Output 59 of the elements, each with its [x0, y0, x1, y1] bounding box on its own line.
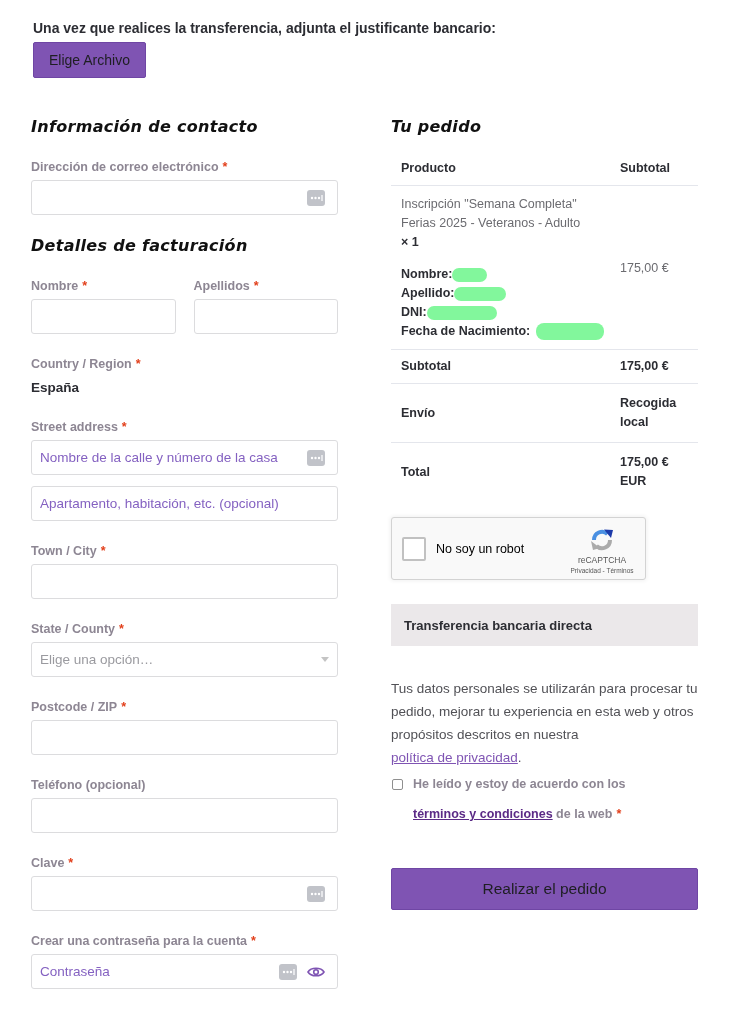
input-field[interactable] — [31, 720, 338, 755]
choose-file-button[interactable]: Elige Archivo — [33, 42, 146, 78]
input-field[interactable] — [31, 180, 338, 215]
captcha-brand: reCAPTCHA — [577, 554, 627, 566]
meta-label: Fecha de Nacimiento: — [401, 323, 531, 340]
product-name: Inscripción "Semana Completa" Ferias 2025 - Veteranos - Adulto — [401, 196, 582, 232]
meta-label: Nombre: — [401, 266, 453, 283]
input-field[interactable] — [31, 798, 338, 833]
field-label: Nombre * — [31, 278, 88, 295]
password-manager-icon[interactable] — [307, 885, 325, 902]
field-label: Teléfono (opcional) — [31, 777, 146, 794]
meta-label: DNI: — [401, 304, 427, 321]
password-manager-icon[interactable] — [307, 189, 325, 206]
field-label: Town / City * — [31, 543, 106, 560]
total-value: Recogida local — [620, 395, 678, 431]
upload-instruction: Una vez que realices la transferencia, adjunta el justificante bancario: — [33, 20, 496, 37]
line-subtotal: 175,00 € — [620, 261, 669, 275]
captcha-label: No soy un robot — [436, 541, 525, 556]
password-manager-icon[interactable] — [307, 449, 325, 466]
privacy-policy-link[interactable]: política de privacidad — [391, 750, 518, 765]
terms-checkbox[interactable] — [392, 779, 403, 790]
total-label: Subtotal — [401, 358, 451, 375]
terms-link[interactable]: términos y condiciones — [413, 807, 553, 821]
place-order-button[interactable]: Realizar el pedido — [391, 868, 698, 910]
section-heading: Información de contacto — [31, 117, 258, 137]
field-label: Crear una contraseña para la cuenta * — [31, 933, 256, 950]
field-label: Street address * — [31, 419, 127, 436]
field-label: Clave * — [31, 855, 74, 872]
input-field[interactable] — [31, 876, 338, 911]
input-field[interactable] — [31, 564, 338, 599]
total-value: 175,00 € EUR — [620, 454, 670, 490]
show-password-icon[interactable] — [307, 965, 325, 978]
privacy-notice: Tus datos personales se utilizarán para procesar tu pedido, mejorar tu experiencia en esta web y otros propósitos descritos en nuestra política de privacidad. — [391, 680, 698, 767]
total-label: Envío — [401, 404, 436, 422]
field-label: State / County * — [31, 621, 124, 638]
field-label: Country / Region * — [31, 356, 141, 373]
caret-icon — [321, 657, 329, 662]
column-header: Producto — [401, 161, 456, 175]
input-field[interactable]: Contraseña — [31, 954, 338, 989]
field-label: Dirección de correo electrónico * — [31, 159, 228, 176]
input-field[interactable]: Apartamento, habitación, etc. (opcional) — [31, 486, 338, 521]
column-header: Subtotal — [620, 161, 670, 175]
captcha-checkbox[interactable] — [402, 536, 426, 561]
input-field[interactable]: Nombre de la calle y número de la casa — [31, 440, 338, 475]
field-value: España — [31, 379, 80, 397]
input-field[interactable] — [193, 299, 338, 334]
password-manager-icon[interactable] — [279, 963, 297, 980]
section-heading: Tu pedido — [391, 117, 482, 137]
select-field[interactable]: Elige una opción… — [31, 642, 338, 677]
total-value: 175,00 € — [620, 358, 669, 375]
input-field[interactable] — [31, 299, 176, 334]
field-label: Postcode / ZIP * — [31, 699, 126, 716]
meta-label: Apellido: — [401, 285, 455, 302]
payment-method-option[interactable]: Transferencia bancaria directa — [391, 604, 698, 646]
total-label: Total — [401, 463, 430, 481]
product-quantity: × 1 — [401, 234, 419, 251]
terms-agreement: He leído y estoy de acuerdo con los términos y condiciones de la web * — [413, 776, 627, 823]
field-label: Apellidos * — [193, 278, 259, 295]
section-heading: Detalles de facturación — [31, 236, 248, 256]
